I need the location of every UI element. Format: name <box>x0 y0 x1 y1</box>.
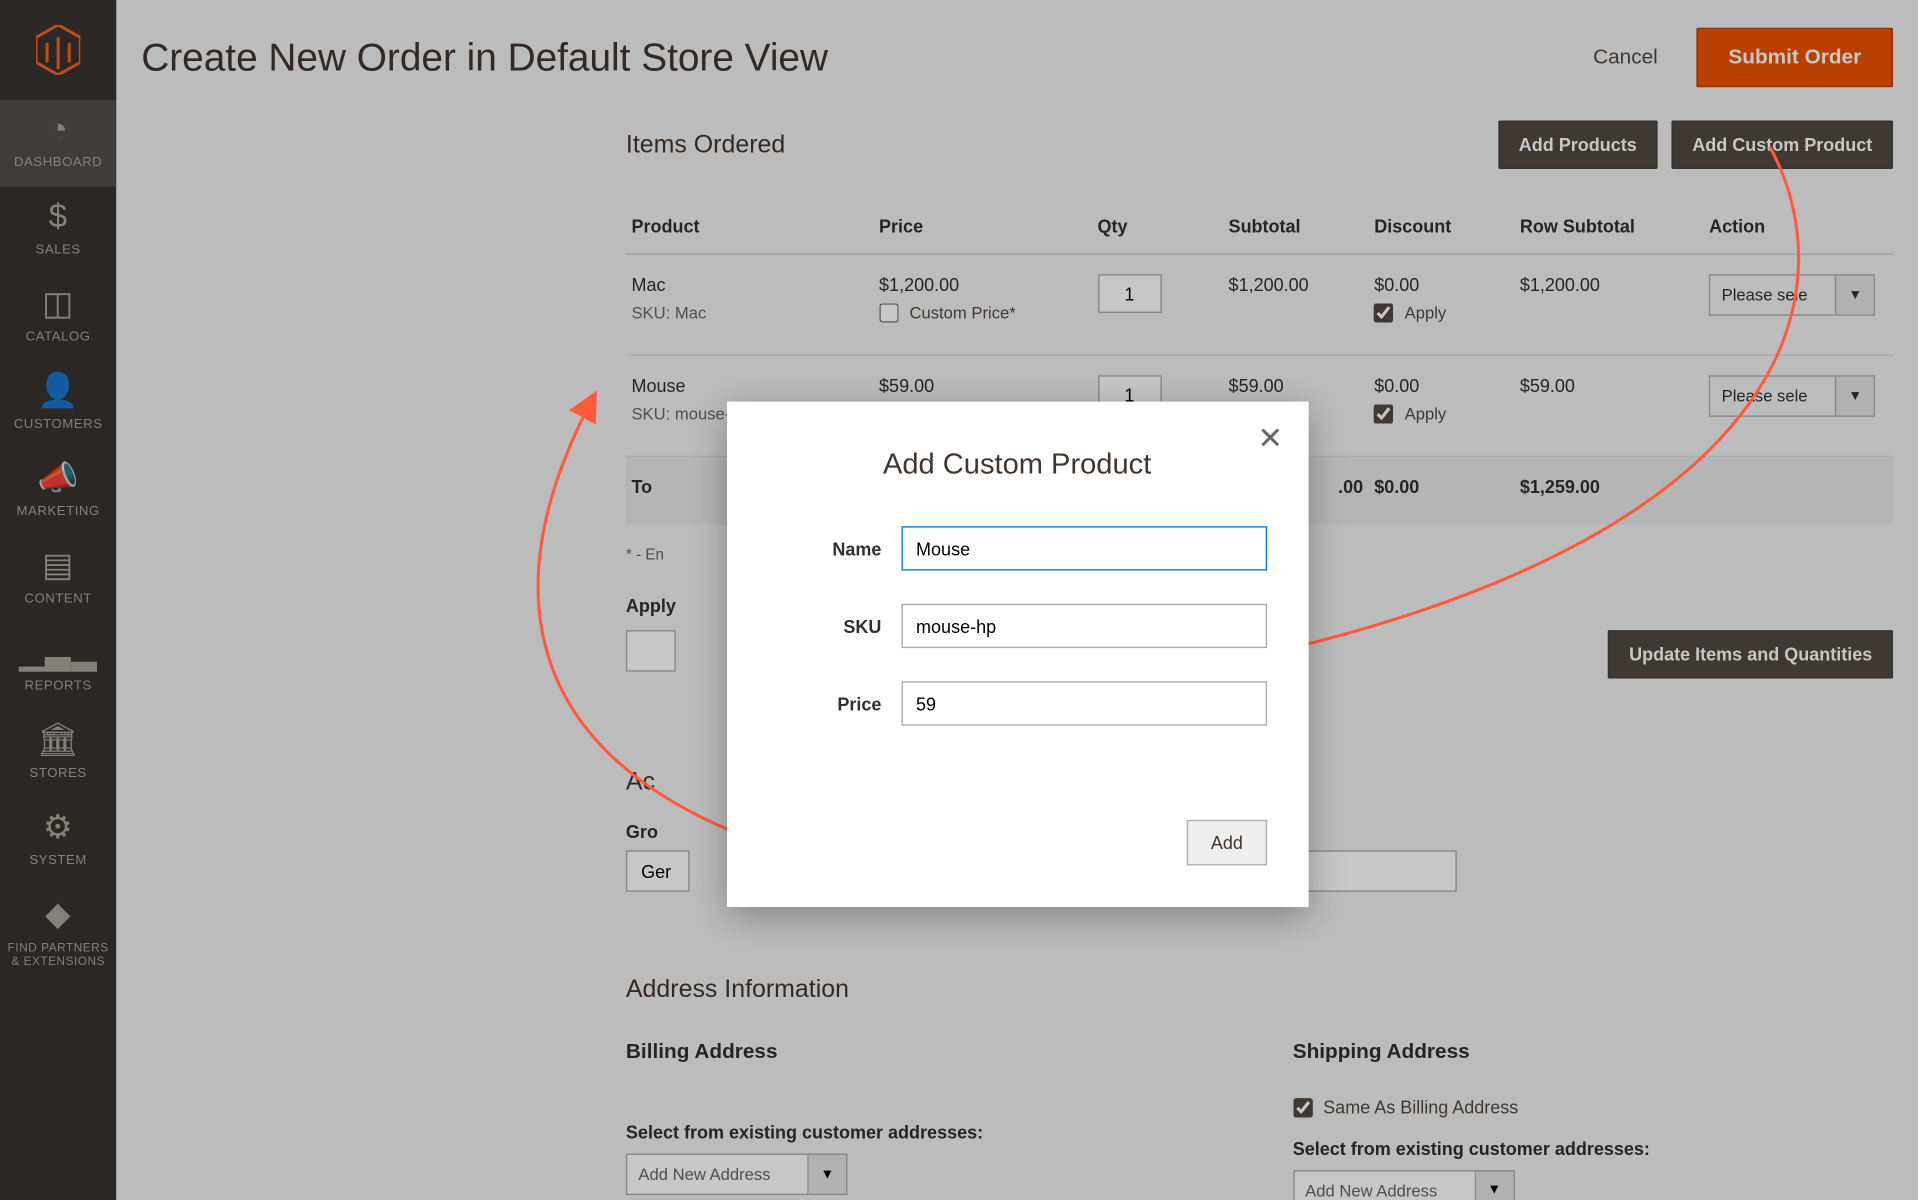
modal-name-label: Name <box>768 538 901 559</box>
add-custom-product-modal: ✕ Add Custom Product Name SKU Price Add <box>726 402 1308 907</box>
modal-name-input[interactable] <box>901 526 1267 570</box>
modal-price-input[interactable] <box>901 681 1267 725</box>
modal-add-button[interactable]: Add <box>1187 820 1266 866</box>
close-icon[interactable]: ✕ <box>1257 421 1283 457</box>
modal-sku-input[interactable] <box>901 604 1267 648</box>
modal-price-label: Price <box>768 693 901 714</box>
modal-sku-label: SKU <box>768 616 901 637</box>
modal-title: Add Custom Product <box>726 402 1308 516</box>
